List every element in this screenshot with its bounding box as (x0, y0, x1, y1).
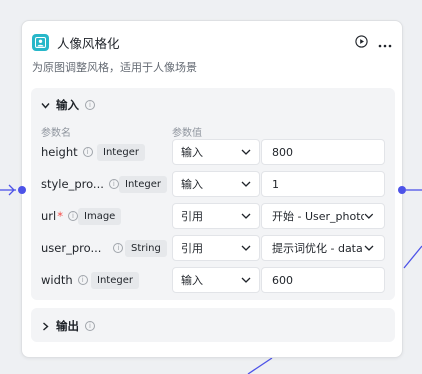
param-row-user-pro: user_pro... i String 引用 提示词优化 - data (31, 235, 395, 261)
inputs-section: 输入 i 参数名 参数值 height i Integer 输入 800 sty… (31, 88, 395, 300)
output-port[interactable] (398, 186, 406, 194)
param-name: url * i (41, 203, 78, 229)
info-icon: i (77, 275, 88, 285)
param-row-width: width i Integer 输入 600 (31, 267, 395, 293)
reference-select[interactable]: 开始 - User_photo (261, 203, 385, 229)
run-icon[interactable] (355, 33, 368, 52)
mode-select[interactable]: 引用 (172, 235, 260, 261)
workflow-node-card[interactable]: 人像风格化 为原图调整风格，适用于人像场景 输入 i 参数名 参数值 heigh… (18, 20, 406, 358)
type-badge: Integer (91, 272, 139, 289)
chevron-down-icon (364, 213, 374, 219)
param-name: style_pro... i (41, 171, 119, 197)
chevron-down-icon (364, 245, 374, 251)
param-row-style-pro: style_pro... i Integer 输入 1 (31, 171, 395, 197)
info-icon: i (82, 147, 93, 157)
mode-select[interactable]: 引用 (172, 203, 260, 229)
chevron-right-icon (43, 321, 49, 331)
param-row-height: height i Integer 输入 800 (31, 139, 395, 165)
mode-select[interactable]: 输入 (172, 267, 260, 293)
more-options-icon[interactable] (378, 33, 392, 52)
portrait-icon (32, 33, 49, 51)
value-input[interactable]: 800 (261, 139, 385, 165)
required-marker: * (57, 209, 63, 223)
chevron-down-icon (241, 213, 251, 219)
value-input[interactable]: 600 (261, 267, 385, 293)
reference-select[interactable]: 提示词优化 - data (261, 235, 385, 261)
outputs-label: 输出 (56, 319, 79, 333)
inputs-label: 输入 (56, 98, 79, 112)
outputs-toggle[interactable]: 输出 i (41, 318, 95, 334)
node-title: 人像风格化 (57, 35, 120, 51)
node-header: 人像风格化 (32, 31, 392, 53)
chevron-down-icon (241, 277, 251, 283)
param-name: height i (41, 139, 93, 165)
chevron-down-icon (241, 245, 251, 251)
type-badge: Integer (119, 176, 167, 193)
info-icon: i (85, 100, 95, 110)
column-header-name: 参数名 (41, 128, 71, 139)
node-description: 为原图调整风格，适用于人像场景 (32, 61, 197, 74)
inputs-toggle[interactable]: 输入 i (41, 97, 95, 113)
info-icon: i (108, 179, 119, 189)
type-badge: Image (78, 208, 122, 225)
mode-select[interactable]: 输入 (172, 139, 260, 165)
input-port[interactable] (18, 186, 26, 194)
type-badge: Integer (97, 144, 145, 161)
info-icon: i (85, 321, 95, 331)
column-header-value: 参数值 (172, 128, 202, 139)
value-input[interactable]: 1 (261, 171, 385, 197)
chevron-down-icon (241, 149, 251, 155)
chevron-down-icon (241, 181, 251, 187)
info-icon: i (67, 211, 78, 221)
param-name: width i (41, 267, 88, 293)
param-row-url: url * i Image 引用 开始 - User_photo (31, 203, 395, 229)
info-icon: i (113, 243, 124, 253)
mode-select[interactable]: 输入 (172, 171, 260, 197)
outputs-section: 输出 i (31, 308, 395, 342)
chevron-down-icon (41, 102, 50, 109)
param-name: user_pro... i (41, 235, 124, 261)
type-badge: String (125, 240, 167, 257)
